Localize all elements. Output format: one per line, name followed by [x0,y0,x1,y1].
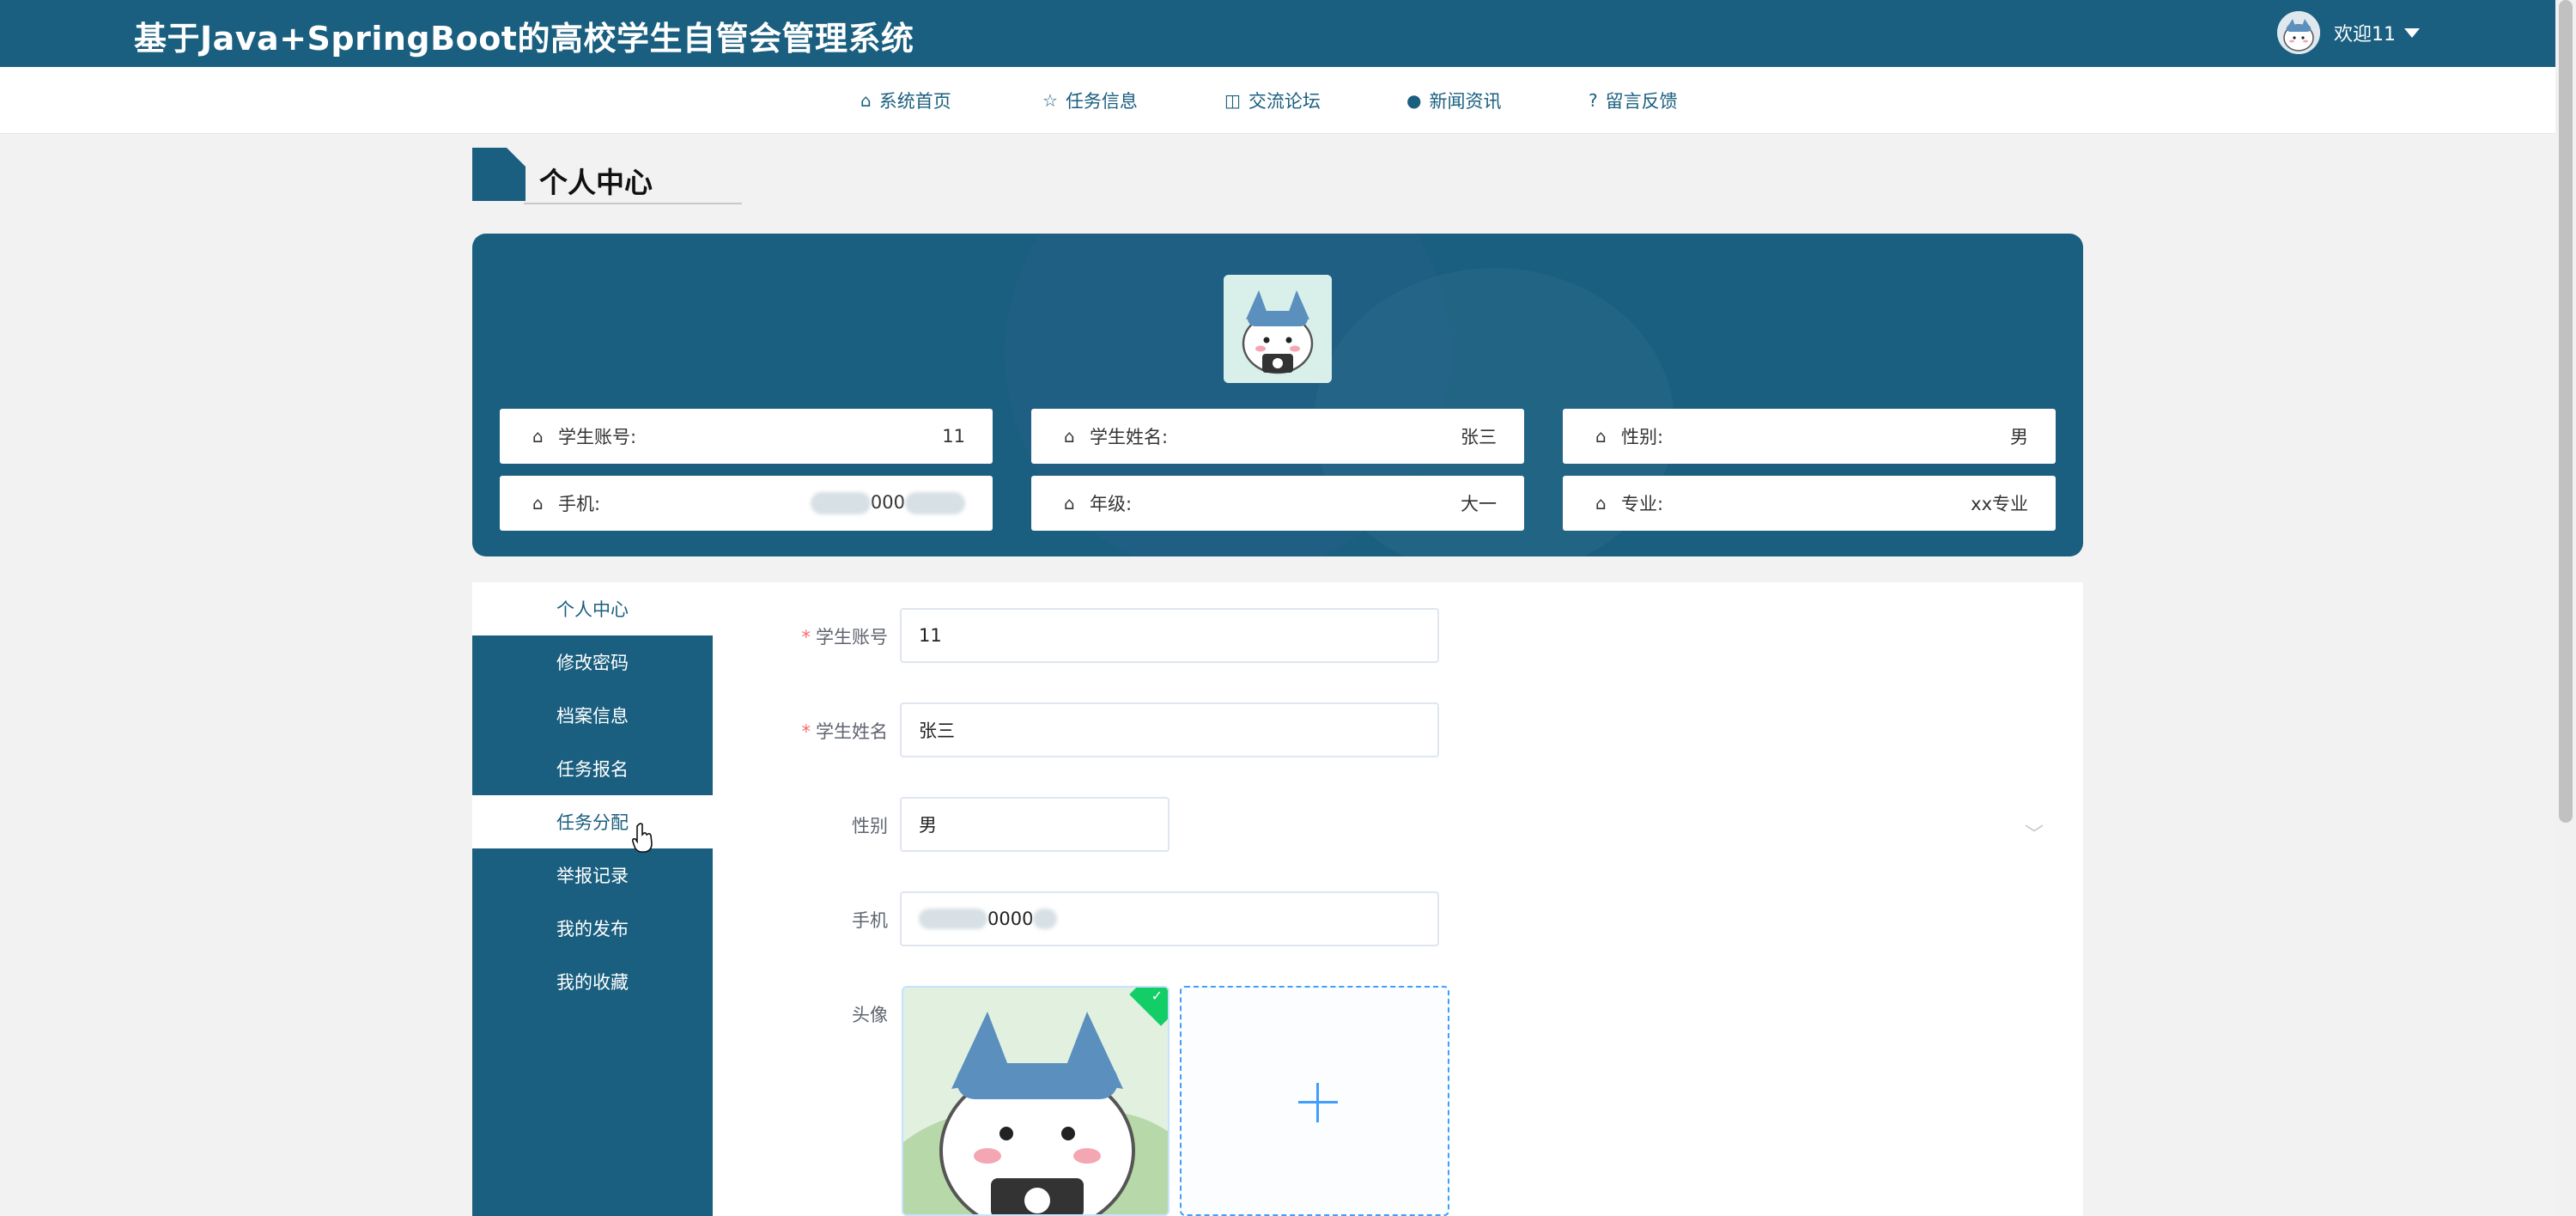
menu-change-password[interactable]: 修改密码 [472,635,713,689]
caret-down-icon[interactable] [2404,27,2420,38]
menu-personal-center[interactable]: 个人中心 [472,582,713,635]
phone-input-visible: 0000 [987,909,1034,929]
plus-icon [1298,1083,1338,1122]
avatar-label: 头像 [852,1005,888,1025]
alert-icon: ● [1406,90,1422,111]
cat-avatar-icon [2277,11,2320,54]
cat-avatar-icon [903,988,1168,1214]
menu-archive-info[interactable]: 档案信息 [472,689,713,742]
nav-feedback-label: 留言反馈 [1605,91,1678,112]
check-icon: ✓ [1151,988,1163,1004]
info-grade-value: 大一 [1461,494,1497,514]
star-icon: ☆ [1042,90,1058,111]
hand-cursor-icon [632,823,653,853]
menu-my-favorites[interactable]: 我的收藏 [472,955,713,1008]
profile-avatar [1224,275,1332,383]
gender-label: 性别 [852,816,888,836]
top-bar: 基于Java+SpringBoot的高校学生自管会管理系统 欢迎11 [0,0,2555,67]
home-icon: ⌂ [532,426,544,447]
heading-fold [507,148,526,167]
scrollbar-thumb[interactable] [2559,0,2573,823]
info-major-label: 专业: [1621,494,1664,514]
home-icon: ⌂ [1064,493,1075,514]
info-grade-label: 年级: [1090,494,1133,514]
cat-avatar-icon [1224,275,1332,383]
info-gender: ⌂ 性别: 男 [1563,409,2056,464]
home-icon: ⌂ [1595,426,1607,447]
info-gender-label: 性别: [1621,427,1664,447]
menu-report-records[interactable]: 举报记录 [472,848,713,902]
upload-button[interactable] [1180,986,1449,1216]
nav-news-label: 新闻资讯 [1429,91,1502,112]
info-phone-visible: 000 [870,492,905,513]
blurred-text [905,492,965,514]
heading-underline [524,203,742,204]
info-name: ⌂ 学生姓名: 张三 [1031,409,1524,464]
menu-task-assignment[interactable]: 任务分配 [472,795,713,848]
info-major-value: xx专业 [1971,494,2028,514]
avatar-preview[interactable]: ✓ [902,986,1170,1216]
nav-feedback[interactable]: ? 留言反馈 [1589,67,1678,134]
name-input[interactable]: 张三 [900,702,1439,757]
info-name-label: 学生姓名: [1090,427,1169,447]
question-icon: ? [1589,90,1598,111]
profile-card: ⌂ 学生账号: 11 ⌂ 学生姓名: 张三 ⌂ 性别: 男 ⌂ 手机: 000 … [472,234,2083,556]
side-menu: 个人中心 修改密码 档案信息 任务报名 任务分配 举报记录 我的发布 我的收藏 [472,582,713,1216]
blurred-text [1033,909,1058,929]
bag-icon: ◫ [1224,90,1241,111]
info-account: ⌂ 学生账号: 11 [500,409,993,464]
nav-home-label: 系统首页 [878,91,951,112]
info-phone: ⌂ 手机: 000 [500,476,993,531]
home-icon: ⌂ [532,493,544,514]
home-icon: ⌂ [1064,426,1075,447]
nav-news[interactable]: ● 新闻资讯 [1406,67,1501,134]
account-label: * 学生账号 [801,627,889,648]
welcome-text: 欢迎11 [2334,24,2396,46]
user-avatar[interactable] [2277,11,2320,54]
menu-task-signup[interactable]: 任务报名 [472,742,713,795]
blurred-text [919,909,987,929]
nav-tasks-label: 任务信息 [1065,91,1138,112]
account-input[interactable]: 11 [900,608,1439,663]
info-name-value: 张三 [1461,427,1497,447]
chevron-down-icon[interactable]: ﹀ [2025,819,2044,847]
page-heading: 个人中心 [472,148,742,206]
nav-forum[interactable]: ◫ 交流论坛 [1224,67,1321,134]
info-account-value: 11 [942,426,965,447]
nav-forum-label: 交流论坛 [1248,91,1321,112]
info-account-label: 学生账号: [558,427,637,447]
gender-select[interactable]: 男 [900,797,1170,852]
phone-input[interactable]: 0000 [900,891,1439,946]
info-grade: ⌂ 年级: 大一 [1031,476,1524,531]
app-title: 基于Java+SpringBoot的高校学生自管会管理系统 [134,20,914,58]
info-phone-label: 手机: [558,494,601,514]
home-icon: ⌂ [1595,493,1607,514]
menu-my-posts[interactable]: 我的发布 [472,902,713,955]
main-nav: ⌂ 系统首页 ☆ 任务信息 ◫ 交流论坛 ● 新闻资讯 ? 留言反馈 [0,67,2555,134]
info-major: ⌂ 专业: xx专业 [1563,476,2056,531]
info-gender-value: 男 [2010,427,2028,447]
nav-tasks[interactable]: ☆ 任务信息 [1042,67,1138,134]
home-icon: ⌂ [860,90,872,111]
page-title: 个人中心 [539,166,653,199]
blurred-text [810,492,871,514]
page-scrollbar[interactable] [2555,0,2576,1216]
nav-home[interactable]: ⌂ 系统首页 [860,67,951,134]
info-phone-value: 000 [810,492,965,514]
name-label: * 学生姓名 [801,721,889,742]
phone-label: 手机 [852,910,888,931]
user-menu[interactable]: 欢迎11 [2277,10,2420,55]
